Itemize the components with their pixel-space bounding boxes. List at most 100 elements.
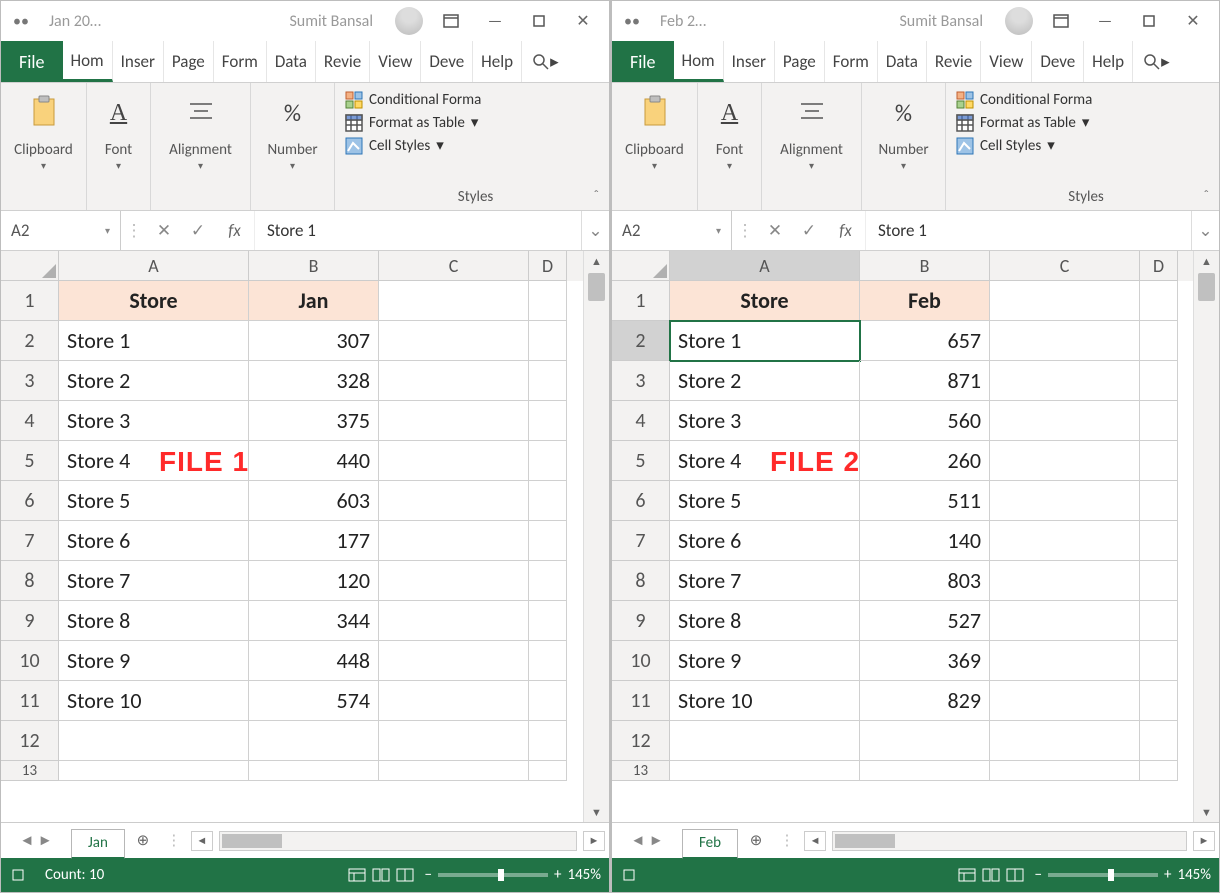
tab-data[interactable]: Data xyxy=(878,41,927,82)
tab-formulas[interactable]: Form xyxy=(825,41,878,82)
formula-input[interactable]: Store 1 xyxy=(866,211,1191,250)
page-break-view-icon[interactable] xyxy=(393,864,417,886)
scroll-thumb[interactable] xyxy=(835,834,895,848)
group-number[interactable]: % Number ▾ xyxy=(251,83,335,210)
zoom-in-icon[interactable]: + xyxy=(1164,866,1171,884)
cancel-formula-icon[interactable]: ✕ xyxy=(147,211,181,250)
zoom-level-label[interactable]: 145% xyxy=(567,866,601,884)
close-button[interactable]: ✕ xyxy=(561,2,605,40)
sheet-nav-icons[interactable]: ◄ ► xyxy=(612,832,682,850)
group-font[interactable]: A Font ▾ xyxy=(698,83,762,210)
sheet-tab-active[interactable]: Feb xyxy=(682,829,738,859)
horizontal-scrollbar[interactable]: ◄ ► xyxy=(187,831,609,851)
new-sheet-button[interactable]: ⊕ xyxy=(125,831,161,850)
row-header[interactable]: 1 xyxy=(1,281,59,321)
tab-home[interactable]: Hom xyxy=(63,41,113,82)
tab-page-layout[interactable]: Page xyxy=(164,41,214,82)
page-break-view-icon[interactable] xyxy=(1003,864,1027,886)
column-header-d[interactable]: D xyxy=(1140,251,1178,281)
tab-file[interactable]: File xyxy=(612,41,674,82)
page-layout-view-icon[interactable] xyxy=(979,864,1003,886)
scroll-right-icon[interactable]: ► xyxy=(1193,831,1215,851)
vertical-scrollbar[interactable]: ▲ ▼ xyxy=(583,251,609,822)
scroll-thumb[interactable] xyxy=(222,834,282,848)
tab-view[interactable]: View xyxy=(981,41,1032,82)
column-header-b[interactable]: B xyxy=(860,251,990,281)
tab-insert[interactable]: Inser xyxy=(113,41,164,82)
tab-help[interactable]: Help xyxy=(1084,41,1133,82)
horizontal-scrollbar[interactable]: ◄ ► xyxy=(800,831,1219,851)
new-sheet-button[interactable]: ⊕ xyxy=(738,831,774,850)
name-box[interactable]: A2▾ xyxy=(1,211,121,250)
expand-formula-bar-icon[interactable]: ⌄ xyxy=(1191,211,1219,250)
column-header-b[interactable]: B xyxy=(249,251,379,281)
select-all-triangle[interactable] xyxy=(1,251,59,281)
zoom-out-icon[interactable]: − xyxy=(1035,866,1042,884)
tab-review[interactable]: Revie xyxy=(927,41,981,82)
quick-access-more-icon[interactable]: •• xyxy=(616,12,648,31)
tab-developer[interactable]: Deve xyxy=(421,41,473,82)
scroll-thumb[interactable] xyxy=(588,273,605,301)
zoom-slider[interactable] xyxy=(1048,873,1158,877)
accept-formula-icon[interactable]: ✓ xyxy=(792,211,826,250)
collapse-ribbon-icon[interactable]: ˆ xyxy=(1203,187,1209,204)
group-number[interactable]: % Number ▾ xyxy=(862,83,946,210)
zoom-out-icon[interactable]: − xyxy=(425,866,432,884)
tab-data[interactable]: Data xyxy=(267,41,316,82)
zoom-level-label[interactable]: 145% xyxy=(1177,866,1211,884)
close-button[interactable]: ✕ xyxy=(1171,2,1215,40)
scroll-down-icon[interactable]: ▼ xyxy=(584,802,609,822)
tab-view[interactable]: View xyxy=(370,41,421,82)
grid[interactable]: A B C D 1 Store Jan 2Store 1307 3Store 2… xyxy=(1,251,583,822)
tab-help[interactable]: Help xyxy=(473,41,522,82)
fx-icon[interactable]: fx xyxy=(826,211,866,250)
maximize-button[interactable] xyxy=(1127,2,1171,40)
select-all-triangle[interactable] xyxy=(612,251,670,281)
tab-review[interactable]: Revie xyxy=(316,41,370,82)
active-cell[interactable]: Store 1 xyxy=(670,321,860,361)
column-header-a[interactable]: A xyxy=(670,251,860,281)
minimize-button[interactable]: — xyxy=(473,2,517,40)
column-header-d[interactable]: D xyxy=(529,251,567,281)
tab-file[interactable]: File xyxy=(1,41,63,82)
user-avatar-icon[interactable] xyxy=(395,7,423,35)
tab-insert[interactable]: Inser xyxy=(724,41,775,82)
cancel-formula-icon[interactable]: ✕ xyxy=(758,211,792,250)
group-clipboard[interactable]: Clipboard ▾ xyxy=(1,83,87,210)
tell-me-search-icon[interactable]: ▸ xyxy=(522,41,569,82)
page-layout-view-icon[interactable] xyxy=(369,864,393,886)
tab-formulas[interactable]: Form xyxy=(214,41,267,82)
tab-home[interactable]: Hom xyxy=(674,41,724,82)
group-alignment[interactable]: Alignment ▾ xyxy=(151,83,251,210)
name-box[interactable]: A2▾ xyxy=(612,211,732,250)
user-avatar-icon[interactable] xyxy=(1005,7,1033,35)
scroll-down-icon[interactable]: ▼ xyxy=(1194,802,1219,822)
tell-me-search-icon[interactable]: ▸ xyxy=(1133,41,1180,82)
accept-formula-icon[interactable]: ✓ xyxy=(181,211,215,250)
format-as-table-button[interactable]: Format as Table ▾ xyxy=(956,111,1213,134)
record-macro-icon[interactable] xyxy=(1,868,35,882)
format-as-table-button[interactable]: Format as Table ▾ xyxy=(345,111,603,134)
conditional-formatting-button[interactable]: Conditional Forma xyxy=(956,89,1213,111)
quick-access-more-icon[interactable]: •• xyxy=(5,12,37,31)
column-header-c[interactable]: C xyxy=(379,251,529,281)
vertical-scrollbar[interactable]: ▲ ▼ xyxy=(1193,251,1219,822)
minimize-button[interactable]: — xyxy=(1083,2,1127,40)
ribbon-display-icon[interactable] xyxy=(429,2,473,40)
sheet-tab-active[interactable]: Jan xyxy=(71,829,125,859)
ribbon-display-icon[interactable] xyxy=(1039,2,1083,40)
scroll-right-icon[interactable]: ► xyxy=(583,831,605,851)
scroll-up-icon[interactable]: ▲ xyxy=(584,251,609,271)
scroll-left-icon[interactable]: ◄ xyxy=(804,831,826,851)
tab-page-layout[interactable]: Page xyxy=(775,41,825,82)
normal-view-icon[interactable] xyxy=(345,864,369,886)
cell[interactable]: Jan xyxy=(249,281,379,321)
maximize-button[interactable] xyxy=(517,2,561,40)
scroll-thumb[interactable] xyxy=(1198,273,1215,301)
record-macro-icon[interactable] xyxy=(612,868,646,882)
zoom-in-icon[interactable]: + xyxy=(554,866,561,884)
group-clipboard[interactable]: Clipboard ▾ xyxy=(612,83,698,210)
scroll-left-icon[interactable]: ◄ xyxy=(191,831,213,851)
tab-developer[interactable]: Deve xyxy=(1032,41,1084,82)
group-alignment[interactable]: Alignment ▾ xyxy=(762,83,862,210)
